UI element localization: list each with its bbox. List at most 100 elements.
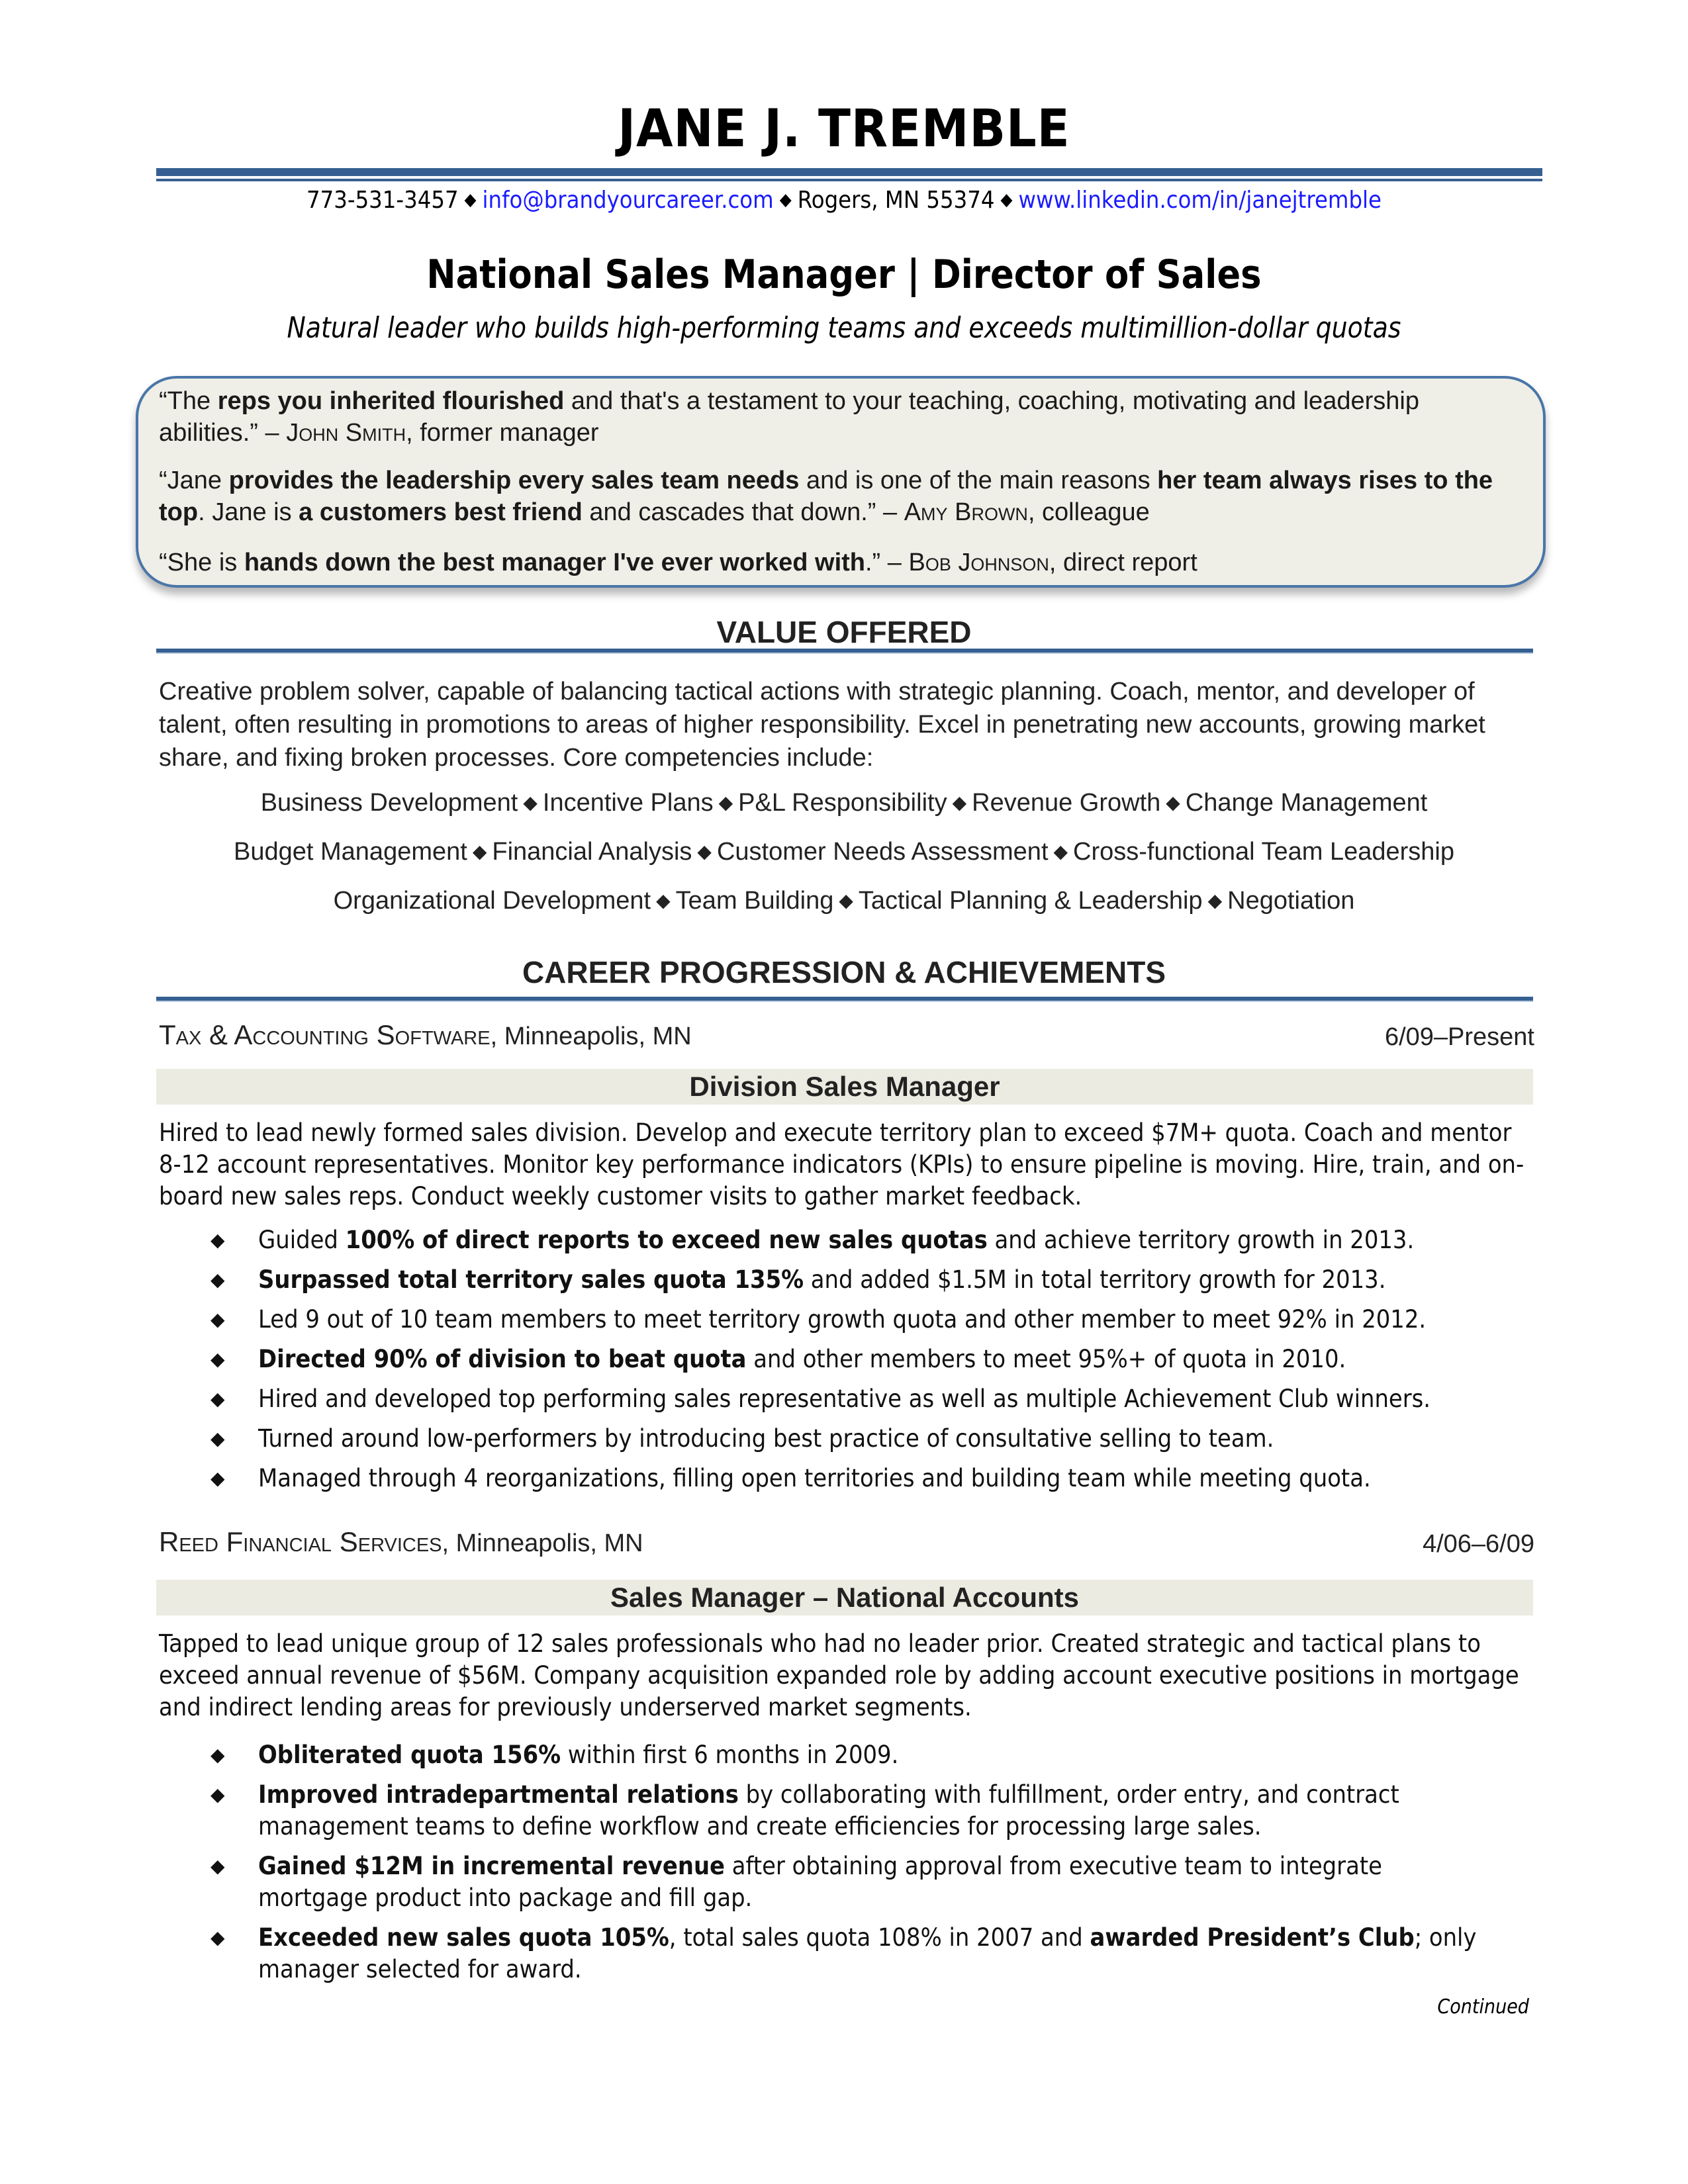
testimonial-role: , former manager [406,419,599,447]
job-description: Tapped to lead unique group of 12 sales … [159,1629,1519,1721]
diamond-bullet-icon: ◆ [211,1855,225,1877]
headline: National Sales Manager | Director of Sal… [426,251,1262,298]
job-dates: 6/09–Present [1384,1023,1534,1051]
emphasis-text: Directed 90% of division to beat quota [258,1345,747,1373]
emphasis-text: awarded President’s Club [1090,1923,1415,1952]
text: and added $1.5M in total territory growt… [804,1265,1386,1294]
competency: Tactical Planning & Leadership [858,887,1203,915]
diamond-bullet-icon: ◆ [211,1308,225,1330]
emphasis-text: Exceeded new sales quota 105% [258,1923,669,1952]
job-title: Sales Manager – National Accounts [156,1580,1533,1615]
diamond-separator-icon: ◆ [472,841,487,862]
emphasis-text: Improved intradepartmental relations [258,1780,739,1809]
achievement-item: ◆ Led 9 out of 10 team members to meet te… [159,1304,1536,1336]
emphasis-text: hands down the best manager I've ever wo… [244,549,865,576]
achievement-item: ◆ Directed 90% of division to beat quota … [159,1343,1536,1375]
competency: Negotiation [1227,887,1355,915]
section-title-value-offered: VALUE OFFERED [716,615,972,649]
emphasis-text: Surpassed total territory sales quota 13… [258,1265,804,1294]
text: Guided [258,1226,346,1254]
diamond-separator-icon: ◆ [952,792,967,813]
achievement-item: ◆ Obliterated quota 156% within first 6 m… [159,1739,1536,1771]
job-dates: 4/06–6/09 [1422,1530,1534,1558]
value-summary: Creative problem solver, capable of bala… [159,678,1485,772]
header-rule-thick [156,168,1542,176]
achievement-text: Improved intradepartmental relations by … [258,1779,1487,1843]
achievement-item: ◆ Turned around low-performers by introdu… [159,1423,1536,1455]
location: Rogers, MN 55374 [797,187,995,214]
linkedin-link[interactable]: www.linkedin.com/in/janejtremble [1018,187,1382,214]
diamond-bullet-icon: ◆ [211,1467,225,1489]
achievement-text: Managed through 4 reorganizations, filli… [258,1463,1487,1494]
achievement-text: Gained $12M in incremental revenue after… [258,1850,1487,1914]
diamond-separator-icon: ◆ [697,841,712,862]
text: Hired and developed top performing sales… [258,1385,1431,1413]
emphasis-text: Gained $12M in incremental revenue [258,1852,726,1880]
competency: Customer Needs Assessment [716,838,1049,866]
employer: Reed Financial Services, Minneapolis, MN [159,1526,643,1558]
diamond-bullet-icon: ◆ [211,1388,225,1410]
company-name: Tax & Accounting Software [159,1019,491,1050]
resume-page: JANE J. TREMBLE 773-531-3457 ◆ info@brandy… [0,0,1688,2184]
competency: P&L Responsibility [738,789,947,817]
achievement-item: ◆ Surpassed total territory sales quota 1… [159,1264,1536,1296]
diamond-separator-icon: ◆ [779,190,792,210]
emphasis-text: a customers best friend [299,498,583,526]
achievement-item: ◆ Guided 100% of direct reports to exceed… [159,1224,1536,1256]
testimonial: “Jane provides the leadership every sale… [159,465,1523,528]
text: “Jane [159,467,229,494]
text: and cascades that down.” – [582,498,904,526]
competency: Revenue Growth [972,789,1161,817]
job-description: Hired to lead newly formed sales divisio… [159,1118,1524,1210]
emphasis-text: provides the leadership every sales team… [228,467,800,494]
achievement-item: ◆ Hired and developed top performing sale… [159,1383,1536,1415]
achievement-text: Led 9 out of 10 team members to meet ter… [258,1304,1487,1336]
competency-row: Business Development ◆ Incentive Plans ◆ P&L… [0,789,1688,817]
diamond-separator-icon: ◆ [1000,190,1013,210]
employer: Tax & Accounting Software, Minneapolis, … [159,1019,692,1051]
diamond-separator-icon: ◆ [1207,890,1223,911]
competency: Incentive Plans [542,789,714,817]
text: and achieve territory growth in 2013. [987,1226,1415,1254]
diamond-separator-icon: ◆ [1166,792,1180,813]
job-title: Division Sales Manager [156,1069,1533,1105]
company-location: , Minneapolis, MN [442,1529,643,1557]
competency: Financial Analysis [492,838,692,866]
diamond-separator-icon: ◆ [839,890,853,911]
company-name: Reed Financial Services [159,1526,442,1557]
competency: Budget Management [234,838,467,866]
competency: Team Building [675,887,834,915]
text: Turned around low-performers by introduc… [258,1424,1274,1453]
achievement-item: ◆ Managed through 4 reorganizations, fill… [159,1463,1536,1494]
competency: Business Development [260,789,518,817]
diamond-bullet-icon: ◆ [211,1744,225,1766]
competency: Change Management [1185,789,1428,817]
email-link[interactable]: info@brandyourcareer.com [483,187,774,214]
header-rule-thin [156,179,1542,181]
tagline: Natural leader who builds high-performin… [287,311,1401,345]
competency-row: Budget Management ◆ Financial Analysis ◆ Cus… [0,838,1688,866]
testimonial-role: , direct report [1049,549,1197,576]
text: . Jane is [198,498,299,526]
achievement-list: ◆ Guided 100% of direct reports to exceed… [159,1224,1536,1502]
achievement-text: Directed 90% of division to beat quota a… [258,1343,1487,1375]
diamond-separator-icon: ◆ [523,792,538,813]
text: within first 6 months in 2009. [561,1741,899,1769]
achievement-text: Surpassed total territory sales quota 13… [258,1264,1487,1296]
diamond-separator-icon: ◆ [656,890,671,911]
text: “She is [159,549,244,576]
text: and is one of the main reasons [799,467,1158,494]
section-rule [156,997,1533,1002]
text: Managed through 4 reorganizations, filli… [258,1464,1371,1492]
competency: Organizational Development [333,887,651,915]
testimonial-role: , colleague [1027,498,1150,526]
text: and other members to meet 95%+ of quota … [746,1345,1346,1373]
diamond-separator-icon: ◆ [718,792,733,813]
diamond-bullet-icon: ◆ [211,1348,225,1370]
diamond-separator-icon: ◆ [1053,841,1068,862]
diamond-bullet-icon: ◆ [211,1428,225,1449]
testimonial-author: Amy Brown [904,498,1028,526]
testimonial-author: Bob Johnson [908,549,1049,576]
text: , total sales quota 108% in 2007 and [669,1923,1090,1952]
emphasis-text: Obliterated quota 156% [258,1741,561,1769]
